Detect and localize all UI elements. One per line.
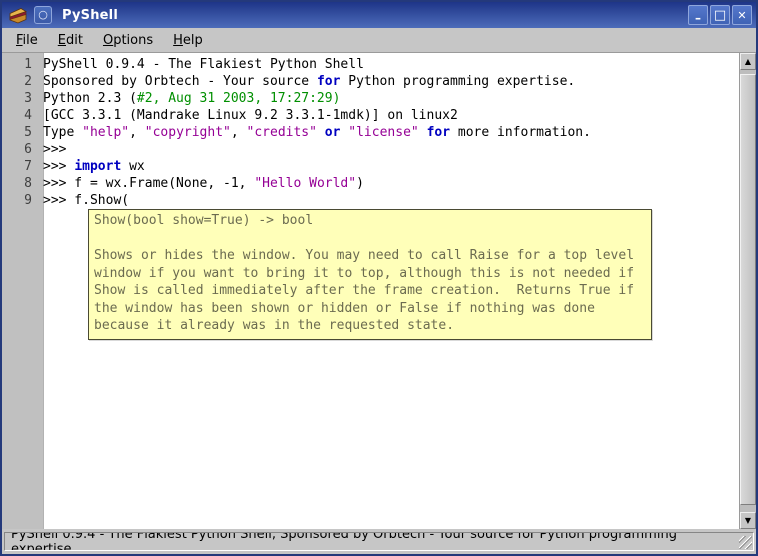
code-segment: Sponsored by Orbtech - Your source bbox=[43, 74, 317, 89]
status-field: PyShell 0.9.4 - The Flakiest Python Shel… bbox=[4, 532, 754, 551]
close-icon: ✕ bbox=[737, 10, 746, 21]
code-segment: #2, Aug 31 2003, 17:27:29) bbox=[137, 91, 341, 106]
menu-options[interactable]: Options bbox=[93, 30, 163, 51]
title-bar[interactable]: ○ PyShell – □ ✕ bbox=[2, 2, 756, 28]
code-text: >>> f = wx.Frame(None, -1, "Hello World"… bbox=[38, 175, 364, 192]
menu-file[interactable]: File bbox=[6, 30, 48, 51]
code-segment: >>> bbox=[43, 142, 74, 157]
code-segment: Type bbox=[43, 125, 82, 140]
menu-edit[interactable]: Edit bbox=[48, 30, 93, 51]
status-bar: PyShell 0.9.4 - The Flakiest Python Shel… bbox=[2, 529, 756, 554]
shell-line: 4 [GCC 3.3.1 (Mandrake Linux 9.2 3.3.1-1m… bbox=[2, 107, 739, 124]
code-segment: >>> bbox=[43, 159, 74, 174]
code-segment: Python 2.3 ( bbox=[43, 91, 137, 106]
menu-help-rest: elp bbox=[183, 33, 203, 48]
code-segment: "Hello World" bbox=[254, 176, 356, 191]
code-segment: for bbox=[317, 74, 340, 89]
code-segment: "credits" bbox=[247, 125, 317, 140]
scroll-up-icon: ▲ bbox=[745, 57, 751, 66]
scroll-down-icon: ▼ bbox=[745, 516, 751, 525]
menu-help[interactable]: Help bbox=[163, 30, 213, 51]
pie-slice-icon bbox=[8, 7, 28, 24]
circle-icon: ○ bbox=[38, 8, 48, 21]
menu-edit-rest: dit bbox=[66, 33, 83, 48]
menu-file-rest: ile bbox=[23, 33, 38, 48]
scroll-down-button[interactable]: ▼ bbox=[740, 512, 756, 529]
menu-bar: File Edit Options Help bbox=[2, 28, 756, 53]
code-segment: more information. bbox=[450, 125, 591, 140]
calltip-line: because it already was in the requested … bbox=[94, 317, 646, 335]
resize-grip[interactable] bbox=[739, 536, 752, 549]
shell-line: 9 >>> f.Show( bbox=[2, 192, 739, 209]
status-text: PyShell 0.9.4 - The Flakiest Python Shel… bbox=[11, 532, 737, 551]
calltip-line: Show is called immediately after the fra… bbox=[94, 282, 646, 300]
close-button[interactable]: ✕ bbox=[732, 5, 752, 25]
code-text: >>> bbox=[38, 141, 74, 158]
code-segment: , bbox=[231, 125, 247, 140]
shell-text-area[interactable]: 1 PyShell 0.9.4 - The Flakiest Python She… bbox=[2, 53, 756, 529]
code-segment: wx bbox=[121, 159, 144, 174]
window-title: PyShell bbox=[62, 8, 118, 23]
line-number: 8 bbox=[2, 175, 38, 192]
line-number: 5 bbox=[2, 124, 38, 141]
vertical-scrollbar[interactable]: ▲ ▼ bbox=[739, 53, 756, 529]
code-segment: import bbox=[74, 159, 121, 174]
pyshell-window: ○ PyShell – □ ✕ File Edit Options Help 1… bbox=[0, 0, 758, 556]
shell-line: 5Type "help", "copyright", "credits" or … bbox=[2, 124, 739, 141]
code-segment: , bbox=[129, 125, 145, 140]
code-text: >>> import wx bbox=[38, 158, 145, 175]
code-segment: Python programming expertise. bbox=[340, 74, 575, 89]
calltip-line: window if you want to bring it to top, a… bbox=[94, 265, 646, 283]
code-text: Type "help", "copyright", "credits" or "… bbox=[38, 124, 591, 141]
code-text: Sponsored by Orbtech - Your source for P… bbox=[38, 73, 575, 90]
menu-options-accel: O bbox=[103, 33, 113, 48]
line-number: 9 bbox=[2, 192, 38, 209]
shell-lines: 1 PyShell 0.9.4 - The Flakiest Python She… bbox=[2, 56, 739, 209]
calltip-line: the window has been shown or hidden or F… bbox=[94, 300, 646, 318]
maximize-button[interactable]: □ bbox=[710, 5, 730, 25]
code-segment: >>> f = wx.Frame(None, -1, bbox=[43, 176, 254, 191]
code-segment: or bbox=[325, 125, 341, 140]
maximize-icon: □ bbox=[714, 9, 726, 22]
code-segment: PyShell 0.9.4 - The Flakiest Python Shel… bbox=[43, 57, 364, 72]
code-segment: [GCC 3.3.1 (Mandrake Linux 9.2 3.3.1-1md… bbox=[43, 108, 458, 123]
code-segment bbox=[419, 125, 427, 140]
calltip-line bbox=[94, 230, 646, 248]
calltip: Show(bool show=True) -> bool Shows or hi… bbox=[88, 209, 652, 340]
code-text: PyShell 0.9.4 - The Flakiest Python Shel… bbox=[38, 56, 364, 73]
line-number: 2 bbox=[2, 73, 38, 90]
code-segment: "copyright" bbox=[145, 125, 231, 140]
shell-line: 1 PyShell 0.9.4 - The Flakiest Python She… bbox=[2, 56, 739, 73]
shell-line: 2Sponsored by Orbtech - Your source for … bbox=[2, 73, 739, 90]
menu-edit-accel: E bbox=[58, 33, 66, 48]
line-number: 6 bbox=[2, 141, 38, 158]
code-segment bbox=[317, 125, 325, 140]
minimize-button[interactable]: – bbox=[688, 5, 708, 25]
scroll-up-button[interactable]: ▲ bbox=[740, 53, 756, 70]
shell-line: 3Python 2.3 (#2, Aug 31 2003, 17:27:29) bbox=[2, 90, 739, 107]
scrollbar-thumb[interactable] bbox=[740, 74, 756, 505]
menu-options-rest: ptions bbox=[113, 33, 153, 48]
minimize-icon: – bbox=[695, 12, 701, 24]
menu-help-accel: H bbox=[173, 33, 183, 48]
shell-line: 8>>> f = wx.Frame(None, -1, "Hello World… bbox=[2, 175, 739, 192]
code-text: >>> f.Show( bbox=[38, 192, 129, 209]
code-segment: "help" bbox=[82, 125, 129, 140]
line-number: 3 bbox=[2, 90, 38, 107]
code-segment: "license" bbox=[348, 125, 418, 140]
code-text: Python 2.3 (#2, Aug 31 2003, 17:27:29) bbox=[38, 90, 340, 107]
code-segment: >>> f.Show( bbox=[43, 193, 129, 208]
line-number: 4 bbox=[2, 107, 38, 124]
calltip-line: Show(bool show=True) -> bool bbox=[94, 212, 646, 230]
line-number: 7 bbox=[2, 158, 38, 175]
calltip-line: Shows or hides the window. You may need … bbox=[94, 247, 646, 265]
shell-line: 6 >>> bbox=[2, 141, 739, 158]
window-menu-button[interactable]: ○ bbox=[34, 6, 52, 24]
code-segment: for bbox=[427, 125, 450, 140]
shell-line: 7>>> import wx bbox=[2, 158, 739, 175]
line-number: 1 bbox=[2, 56, 38, 73]
code-segment: ) bbox=[356, 176, 364, 191]
code-text: [GCC 3.3.1 (Mandrake Linux 9.2 3.3.1-1md… bbox=[38, 107, 458, 124]
